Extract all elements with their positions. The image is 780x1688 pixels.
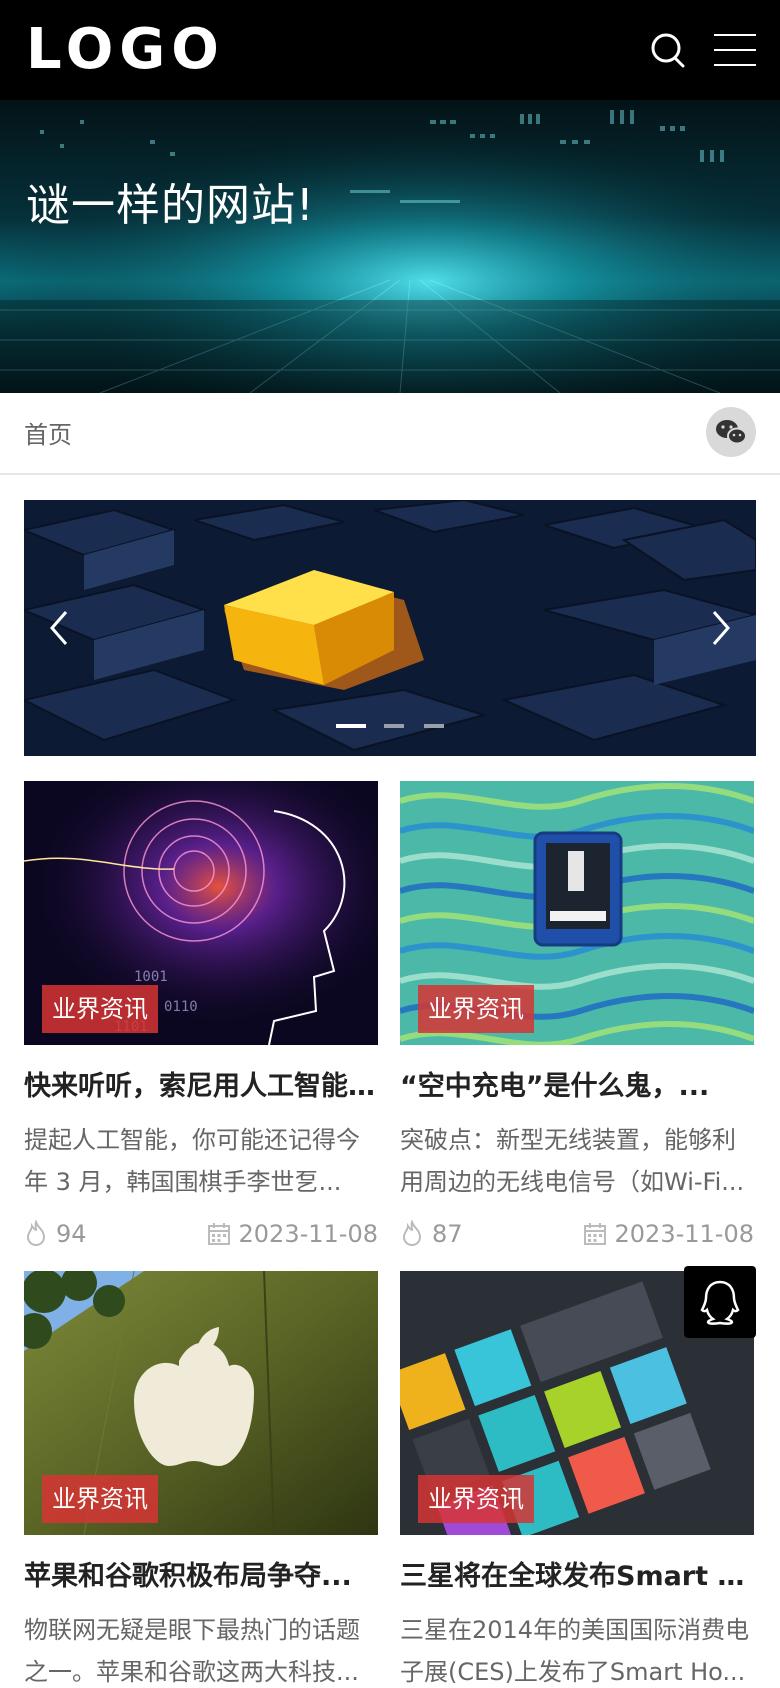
calendar-icon	[583, 1223, 606, 1245]
article-views: 94	[24, 1219, 87, 1249]
article-summary: 突破点：新型无线装置，能够利用周边的无线电信号（如Wi-Fi...	[400, 1126, 745, 1196]
article-thumbnail[interactable]: 100101101101 业界资讯	[24, 781, 378, 1045]
article-title[interactable]: “空中充电”是什么鬼，...	[400, 1067, 754, 1107]
article-card[interactable]: 业界资讯 “空中充电”是什么鬼，... 突破点：新型无线装置，能够利用周边的无线…	[400, 781, 754, 1251]
article-date: 2023-11-08	[583, 1219, 754, 1249]
hero-banner: 谜一样的网站!	[0, 100, 780, 393]
article-date-text: 2023-11-08	[238, 1220, 378, 1248]
article-title[interactable]: 苹果和谷歌积极布局争夺...	[24, 1557, 378, 1597]
article-tag[interactable]: 业界资讯	[418, 1475, 534, 1523]
slider-dot-3[interactable]	[424, 724, 444, 728]
slider-prev-button[interactable]	[42, 604, 76, 652]
article-card[interactable]: 100101101101 业界资讯 快来听听，索尼用人工智能... 提起人工智能…	[24, 781, 378, 1251]
article-date: 2023-11-08	[207, 1219, 378, 1249]
slider-next-button[interactable]	[704, 604, 738, 652]
article-thumbnail[interactable]: 业界资讯	[400, 781, 754, 1045]
article-tag[interactable]: 业界资讯	[42, 985, 158, 1033]
hero-title: 谜一样的网站!	[26, 180, 315, 231]
svg-text:0110: 0110	[164, 999, 198, 1015]
article-views-count: 94	[56, 1220, 87, 1248]
slider-dot-1[interactable]	[336, 724, 366, 728]
chevron-right-icon	[712, 611, 730, 645]
site-logo[interactable]: LOGO	[26, 18, 225, 82]
image-slider[interactable]	[24, 500, 756, 756]
search-button[interactable]	[648, 30, 688, 70]
breadcrumb: 首页	[0, 393, 780, 475]
wechat-icon	[716, 420, 747, 445]
article-views-count: 87	[432, 1220, 463, 1248]
svg-text:1001: 1001	[134, 969, 168, 985]
article-summary: 提起人工智能，你可能还记得今年 3 月，韩国围棋手李世乭...	[24, 1126, 360, 1196]
slider-image	[24, 500, 756, 756]
menu-button[interactable]	[714, 30, 758, 70]
article-tag[interactable]: 业界资讯	[42, 1475, 158, 1523]
article-title[interactable]: 快来听听，索尼用人工智能...	[24, 1067, 378, 1107]
article-card[interactable]: 业界资讯 苹果和谷歌积极布局争夺... 物联网无疑是眼下最热门的话题之一。苹果和…	[24, 1271, 378, 1688]
site-header: LOGO	[0, 0, 780, 100]
chevron-left-icon	[50, 611, 68, 645]
search-icon	[651, 33, 685, 68]
article-summary: 物联网无疑是眼下最热门的话题之一。苹果和谷歌这两大科技...	[24, 1616, 360, 1686]
qq-chat-button[interactable]	[684, 1266, 756, 1338]
article-tag[interactable]: 业界资讯	[418, 985, 534, 1033]
slider-dot-2[interactable]	[384, 724, 404, 728]
page: LOGO 谜一样的网站! 首页 1001 0110 业界资讯 快来听听，索尼用人…	[0, 0, 780, 1688]
article-summary: 三星在2014年的美国国际消费电子展(CES)上发布了Smart Ho...	[400, 1616, 750, 1686]
hero-background-art	[0, 100, 780, 393]
article-thumbnail[interactable]: 业界资讯	[24, 1271, 378, 1535]
wechat-share-button[interactable]	[706, 407, 756, 457]
article-title[interactable]: 三星将在全球发布Smart Ho...	[400, 1557, 754, 1597]
breadcrumb-home-link[interactable]: 首页	[24, 419, 72, 451]
calendar-icon	[207, 1223, 230, 1245]
fire-icon	[402, 1220, 422, 1246]
article-views: 87	[400, 1219, 463, 1249]
article-date-text: 2023-11-08	[614, 1220, 754, 1248]
qq-icon	[700, 1280, 740, 1325]
fire-icon	[26, 1220, 46, 1246]
